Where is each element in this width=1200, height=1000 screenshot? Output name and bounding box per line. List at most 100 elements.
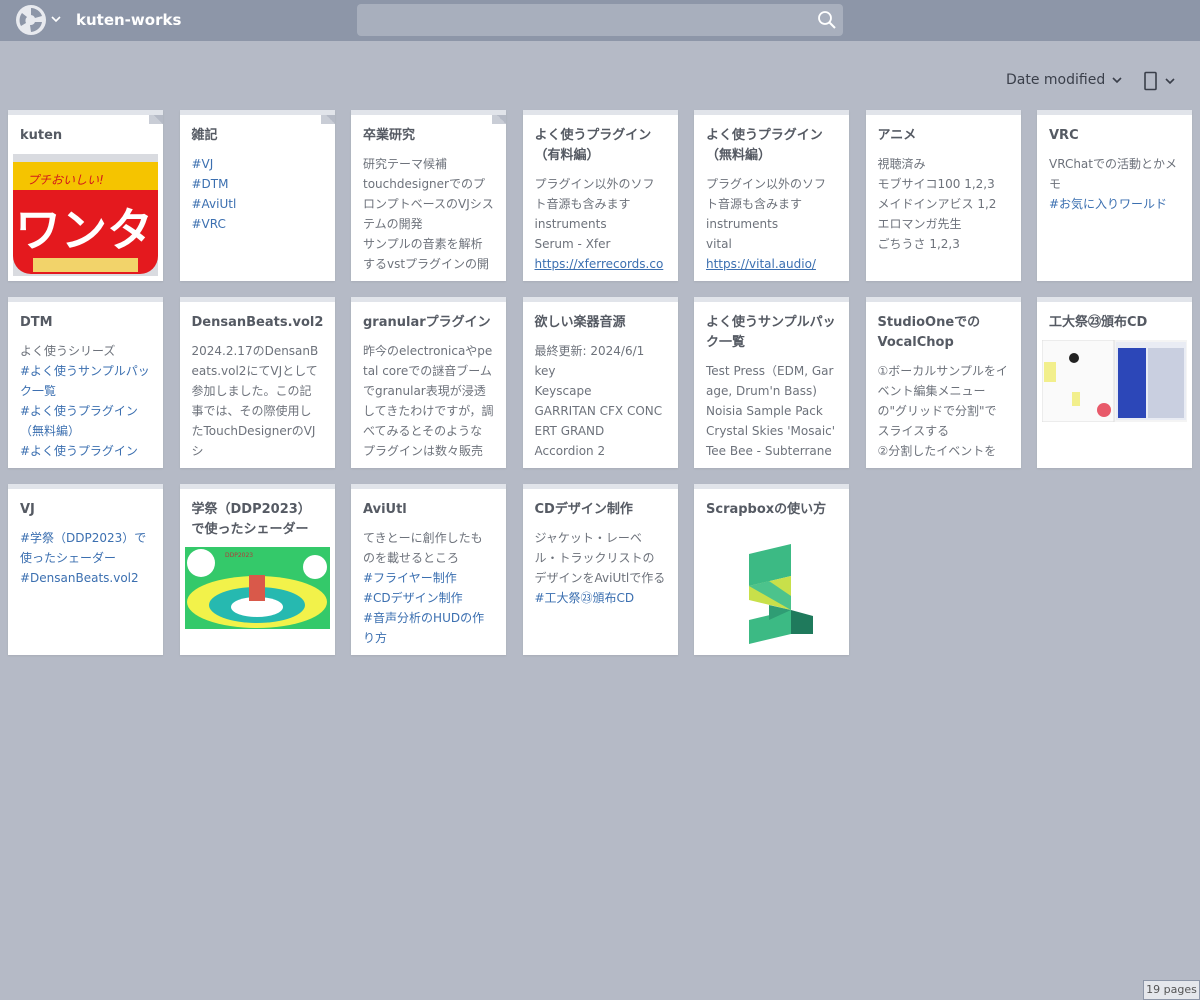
card-line: ②分割したイベントを <box>877 444 997 458</box>
pin-corner <box>320 115 335 124</box>
card-title: 卒業研究 <box>363 128 416 143</box>
chevron-down-icon <box>1165 78 1175 85</box>
card-line: instruments <box>706 217 779 231</box>
tag-link[interactable]: #学祭（DDP2023）で使ったシェーダー <box>20 528 151 568</box>
sort-label: Date modified <box>1006 72 1106 88</box>
page-card[interactable]: granularプラグイン 昨今のelectronicaやpetal coreでの… <box>351 297 506 468</box>
page-card[interactable]: CDデザイン制作ジャケット・レーベル・トラックリストのデザインをAviUtlで作… <box>522 484 678 655</box>
card-title: VJ <box>20 502 35 517</box>
page-card[interactable]: よく使うサンプルパック一覧 Test Press（EDM, Garage, Dru… <box>694 297 849 468</box>
card-body: #学祭（DDP2023）で使ったシェーダー #DensanBeats.vol2 <box>8 520 163 588</box>
page-card[interactable]: よく使うプラグイン（有料編） プラグイン以外のソフト音源も含みます instrume… <box>522 110 678 281</box>
page-card[interactable]: Scrapboxの使い方 <box>694 484 849 655</box>
scrapbox-logo-image <box>749 544 813 644</box>
card-title: Scrapboxの使い方 <box>706 502 827 517</box>
card-line: エロマンガ先生 <box>877 217 962 231</box>
card-thumbnail: プチおいしい! ワンタン <box>13 154 158 280</box>
tag-link[interactable]: #VRC <box>192 214 323 234</box>
view-mode-dropdown[interactable] <box>1144 70 1176 92</box>
card-line: モブサイコ100 1,2,3 <box>877 177 995 191</box>
svg-text:プチおいしい!: プチおいしい! <box>27 173 104 187</box>
external-link[interactable]: https://vital.audio/ <box>706 254 837 274</box>
tag-link[interactable]: #お気に入りワールド <box>1049 194 1180 214</box>
project-title[interactable]: kuten-works <box>76 11 181 29</box>
svg-text:ワンタン: ワンタン <box>15 203 158 257</box>
card-line: てきとーに創作したものを載せるところ <box>363 531 483 565</box>
search-box <box>357 4 843 36</box>
tag-link[interactable]: #DTM <box>192 174 323 194</box>
page-card[interactable]: 学祭（DDP2023）で使ったシェーダー DDP2023 <box>179 484 335 655</box>
card-line: instruments <box>534 217 607 231</box>
page-count: 19 pages <box>1143 980 1200 1000</box>
card-title: kuten <box>20 128 63 143</box>
card-body: VRChatでの活動とかメモ #お気に入りワールド <box>1037 146 1192 214</box>
card-title: DTM <box>20 315 53 330</box>
card-line: 最終更新: 2024/6/1 <box>534 344 645 358</box>
card-line: Noisia Sample Pack <box>706 404 823 418</box>
page-grid: kuten プチおいしい! ワンタン 雑記#VJ#DTM#AviUtl#VRC卒… <box>8 110 1192 655</box>
tag-link[interactable]: #よく使うプラグイン（無料編） <box>20 401 151 441</box>
page-card[interactable]: VRC VRChatでの活動とかメモ #お気に入りワールド <box>1037 110 1192 281</box>
search-icon[interactable] <box>817 10 837 30</box>
card-line: ごちうさ 1,2,3 <box>877 237 960 251</box>
card-line: key <box>534 364 556 378</box>
card-body: 最終更新: 2024/6/1 key Keyscape GARRITAN CFX CO… <box>523 333 678 461</box>
page-card[interactable]: VJ #学祭（DDP2023）で使ったシェーダー #DensanBeats.vol2 <box>8 484 163 655</box>
scrapbox-logo-icon[interactable] <box>15 4 47 36</box>
card-thumbnail <box>1042 340 1187 426</box>
shader-screenshot-image: DDP2023 <box>184 547 330 629</box>
page-card[interactable]: アニメ 視聴済み モブサイコ100 1,2,3 メイドインアビス 1,2 エロマンガ先生… <box>865 110 1021 281</box>
search-input[interactable] <box>357 4 807 36</box>
page-card[interactable]: 雑記 #VJ #DTM #AviUtl #VRC <box>179 110 335 281</box>
card-body: Test Press（EDM, Garage, Drum'n Bass) Nois… <box>694 353 849 461</box>
tag-link[interactable]: #フライヤー制作 <box>363 568 494 588</box>
card-line: ジャケット・レーベル・トラックリストのデザインをAviUtlで作る <box>534 531 666 585</box>
card-body: プラグイン以外のソフト音源も含みます instruments Serum - Xfe… <box>523 166 678 274</box>
card-title: DensanBeats.vol2 <box>191 315 324 330</box>
page-card[interactable]: よく使うプラグイン（無料編） プラグイン以外のソフト音源も含みます instrume… <box>694 110 849 281</box>
card-title: よく使うプラグイン（有料編） <box>534 128 652 163</box>
card-body: 研究テーマ候補 touchdesignerでのプロンプトベースのVJシステムの開発… <box>351 146 506 274</box>
tag-link[interactable]: #よく使うプラグイン <box>20 441 151 461</box>
card-title: CDデザイン制作 <box>534 502 633 517</box>
tag-link[interactable]: #よく使うサンプルパック一覧 <box>20 361 151 401</box>
chevron-down-icon[interactable] <box>49 12 63 26</box>
card-title: 雑記 <box>191 128 218 143</box>
tag-link[interactable]: #音声分析のHUDの作り方 <box>363 608 494 648</box>
cd-screenshot-image <box>1042 340 1187 423</box>
page-card[interactable]: 欲しい楽器音源 最終更新: 2024/6/1 key Keyscape GARRITAN… <box>522 297 678 468</box>
card-line: 研究テーマ候補 <box>363 157 448 171</box>
tag-link[interactable]: #VJ <box>192 154 323 174</box>
sort-dropdown[interactable]: Date modified <box>1006 70 1123 90</box>
page-card[interactable]: DensanBeats.vol2 2024.2.17のDensanBeats.vo… <box>179 297 335 468</box>
card-thumbnail: DDP2023 <box>184 547 330 633</box>
card-title: よく使うプラグイン（無料編） <box>706 128 823 163</box>
tag-link[interactable]: #AviUtl <box>192 194 323 214</box>
card-line: 昨今のelectronicaやpetal coreでの謎音ブームでgranula… <box>363 344 494 458</box>
card-body: 視聴済み モブサイコ100 1,2,3 メイドインアビス 1,2 エロマンガ先生 ごちう… <box>866 146 1021 254</box>
page-card[interactable]: StudioOneでのVocalChop ①ボーカルサンプルをイベント編集メニュー… <box>865 297 1021 468</box>
card-body: 2024.2.17のDensanBeats.vol2にてVJとして参加しました。… <box>180 333 335 461</box>
card-line: GARRITAN CFX CONCERT GRAND <box>534 404 663 438</box>
page-card[interactable]: 卒業研究研究テーマ候補 touchdesignerでのプロンプトベースのVJシステ… <box>351 110 506 281</box>
page-card[interactable]: AviUtl てきとーに創作したものを載せるところ #フライヤー制作 #CDデザイン制… <box>351 484 506 655</box>
page-card[interactable]: kuten プチおいしい! ワンタン <box>8 110 163 281</box>
card-line: Test Press（EDM, Garage, Drum'n Bass) <box>706 364 834 398</box>
card-body: てきとーに創作したものを載せるところ #フライヤー制作 #CDデザイン制作 #音声分析… <box>351 520 506 648</box>
card-body: ①ボーカルサンプルをイベント編集メニューの"グリッドで分割"でスライスする ②分割… <box>866 353 1021 461</box>
card-line: vital <box>706 237 732 251</box>
card-body: ジャケット・レーベル・トラックリストのデザインをAviUtlで作る #工大祭㉓頒布… <box>523 520 678 608</box>
page-card[interactable]: DTM よく使うシリーズ #よく使うサンプルパック一覧 #よく使うプラグイン（無料編）… <box>8 297 163 468</box>
card-thumbnail <box>699 538 844 652</box>
tag-link[interactable]: #CDデザイン制作 <box>363 588 494 608</box>
tag-link[interactable]: #DensanBeats.vol2 <box>20 568 151 588</box>
tag-link[interactable]: #工大祭㉓頒布CD <box>535 588 666 608</box>
card-body: #VJ #DTM #AviUtl #VRC <box>180 146 335 234</box>
svg-text:DDP2023: DDP2023 <box>225 552 253 559</box>
page-card[interactable]: 工大祭㉓頒布CD <box>1037 297 1192 468</box>
external-link[interactable]: https://xferrecords.co <box>535 254 666 274</box>
card-line: ①ボーカルサンプルをイベント編集メニューの"グリッドで分割"でスライスする <box>877 364 1008 438</box>
chevron-down-icon <box>1112 77 1122 84</box>
grid-view-icon <box>1144 71 1157 91</box>
card-line: よく使うシリーズ <box>20 344 116 358</box>
